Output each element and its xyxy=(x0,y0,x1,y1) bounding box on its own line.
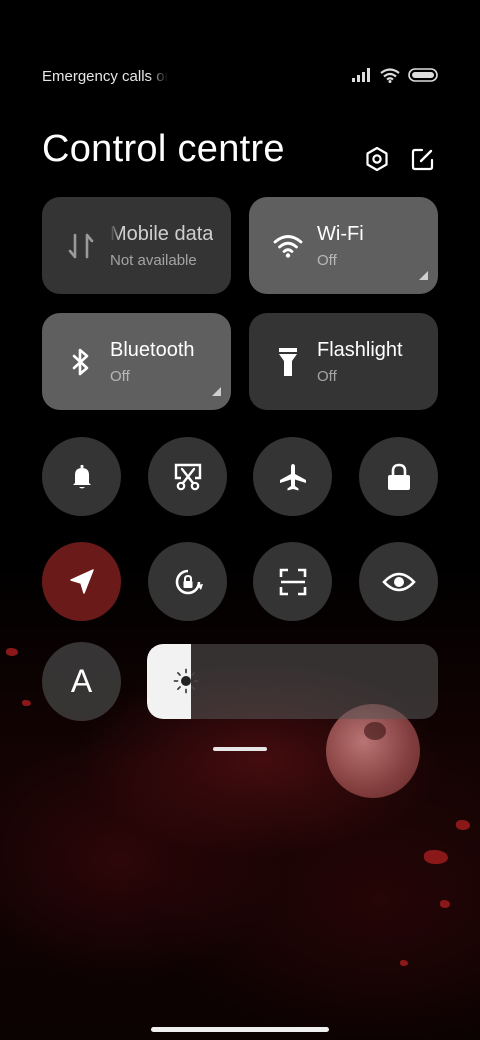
mobile-data-icon xyxy=(66,229,96,263)
edit-button[interactable] xyxy=(408,144,438,174)
bell-icon xyxy=(72,464,91,488)
scanner-icon xyxy=(279,568,306,595)
bluetooth-icon xyxy=(66,345,96,379)
brightness-icon xyxy=(173,668,199,694)
tile-mobile-data[interactable]: Mobile data Not available xyxy=(42,197,231,294)
location-icon xyxy=(69,568,94,594)
wallpaper-splat xyxy=(400,960,408,966)
tile-status: Not available xyxy=(110,252,197,269)
wallpaper-splat xyxy=(424,850,448,864)
tile-status: Off xyxy=(317,252,337,269)
toggle-screenshot[interactable] xyxy=(148,437,227,516)
tile-flashlight[interactable]: Flashlight Off xyxy=(249,313,438,410)
tile-status: Off xyxy=(110,368,130,385)
brightness-slider[interactable] xyxy=(147,644,438,719)
auto-brightness-button[interactable]: A xyxy=(42,642,121,721)
toggle-lock-screen[interactable] xyxy=(359,437,438,516)
wallpaper-splat xyxy=(22,700,31,706)
tile-label: Mobile data xyxy=(110,223,214,245)
toggle-location[interactable] xyxy=(42,542,121,621)
wallpaper-splat xyxy=(440,900,450,908)
tile-status: Off xyxy=(317,368,337,385)
tile-bluetooth[interactable]: Bluetooth Off xyxy=(42,313,231,410)
toggle-reading-mode[interactable] xyxy=(359,542,438,621)
signal-icon xyxy=(352,68,370,82)
settings-icon xyxy=(366,146,388,172)
edit-icon xyxy=(411,148,434,171)
toggle-sound[interactable] xyxy=(42,437,121,516)
status-icons xyxy=(352,66,438,84)
tile-label: Wi-Fi xyxy=(317,223,364,245)
wifi-icon xyxy=(273,229,303,263)
auto-brightness-label: A xyxy=(70,663,93,699)
lock-icon xyxy=(387,463,410,490)
expand-corner-icon[interactable] xyxy=(419,271,428,280)
home-gesture-bar[interactable] xyxy=(151,1027,329,1032)
rotation-lock-icon xyxy=(175,569,203,594)
toggle-airplane-mode[interactable] xyxy=(253,437,332,516)
tile-label: Bluetooth xyxy=(110,339,195,361)
battery-icon xyxy=(408,68,438,82)
carrier-status-text: Emergency calls only xyxy=(42,68,168,85)
tile-wifi[interactable]: Wi-Fi Off xyxy=(249,197,438,294)
tile-label: Flashlight xyxy=(317,339,403,361)
screenshot-icon xyxy=(174,463,201,490)
wallpaper-splat xyxy=(6,648,18,656)
toggle-scanner[interactable] xyxy=(253,542,332,621)
page-title: Control centre xyxy=(42,128,285,170)
settings-button[interactable] xyxy=(362,144,392,174)
flashlight-icon xyxy=(273,345,303,379)
airplane-icon xyxy=(279,463,306,490)
toggle-rotation-lock[interactable] xyxy=(148,542,227,621)
expand-corner-icon[interactable] xyxy=(212,387,221,396)
eye-icon xyxy=(381,572,416,591)
wallpaper-splat xyxy=(456,820,470,830)
collapse-handle[interactable] xyxy=(213,747,267,751)
wifi-icon xyxy=(380,67,400,83)
